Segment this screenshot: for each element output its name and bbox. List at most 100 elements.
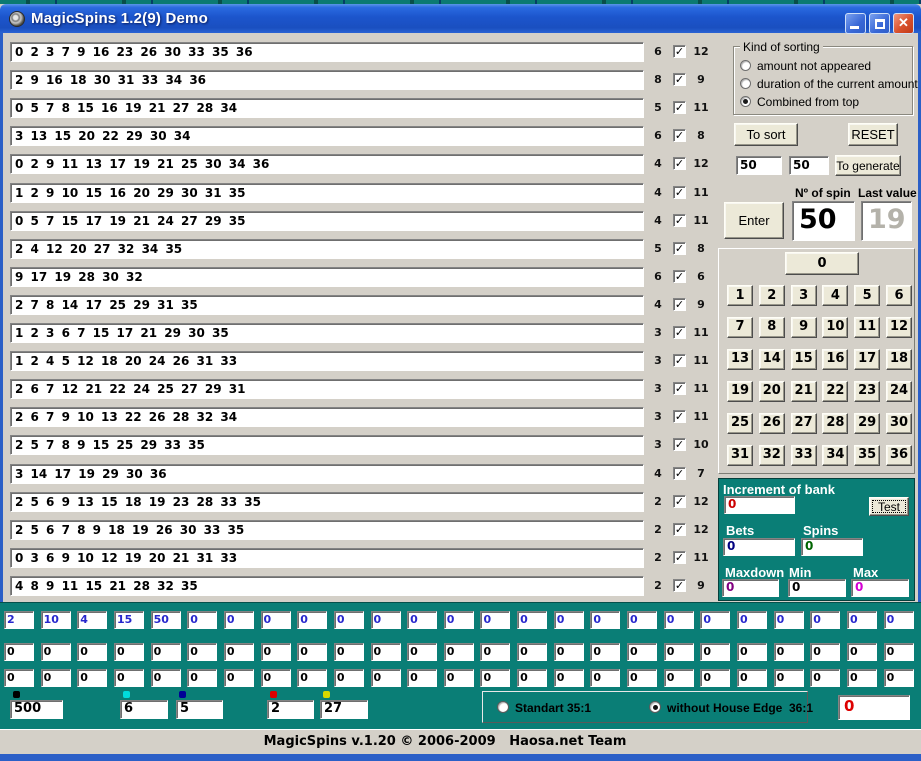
radio-icon[interactable] xyxy=(649,701,661,713)
sequence-field[interactable]: 0 2 3 7 9 16 23 26 30 33 35 36 xyxy=(10,42,644,62)
bet-cell[interactable]: 0 xyxy=(627,669,657,687)
numpad-button-1[interactable]: 1 xyxy=(727,285,753,306)
bet-cell[interactable]: 0 xyxy=(114,643,144,661)
radio-icon[interactable] xyxy=(740,96,751,107)
sequence-field[interactable]: 2 6 7 9 10 13 22 26 28 32 34 xyxy=(10,407,644,427)
row-checkbox[interactable]: ✓ xyxy=(673,270,686,283)
maximize-button[interactable] xyxy=(869,13,890,34)
numpad-button-9[interactable]: 9 xyxy=(791,317,817,338)
bet-cell[interactable]: 0 xyxy=(737,669,767,687)
row-checkbox[interactable]: ✓ xyxy=(673,551,686,564)
bet-cell[interactable]: 0 xyxy=(810,643,840,661)
bet-cell[interactable]: 0 xyxy=(224,669,254,687)
bet-cell[interactable]: 0 xyxy=(590,643,620,661)
sequence-field[interactable]: 3 14 17 19 29 30 36 xyxy=(10,464,644,484)
bet-cell[interactable]: 0 xyxy=(4,643,34,661)
bet-cell[interactable]: 0 xyxy=(261,669,291,687)
bet-cell[interactable]: 50 xyxy=(151,611,181,629)
bet-cell[interactable]: 4 xyxy=(77,611,107,629)
row-checkbox[interactable]: ✓ xyxy=(673,579,686,592)
reset-button[interactable]: RESET xyxy=(848,123,898,146)
maxdown-field[interactable]: 0 xyxy=(722,579,779,597)
numpad-button-34[interactable]: 34 xyxy=(822,445,848,466)
row-checkbox[interactable]: ✓ xyxy=(673,467,686,480)
bet-cell[interactable]: 0 xyxy=(664,643,694,661)
bet-cell[interactable]: 0 xyxy=(554,643,584,661)
bet-cell[interactable]: 0 xyxy=(297,611,327,629)
bet-cell[interactable]: 0 xyxy=(774,669,804,687)
sequence-field[interactable]: 2 6 7 12 21 22 24 25 27 29 31 xyxy=(10,379,644,399)
numpad-button-25[interactable]: 25 xyxy=(727,413,753,434)
bet-cell[interactable]: 0 xyxy=(371,611,401,629)
row-checkbox[interactable]: ✓ xyxy=(673,129,686,142)
sequence-field[interactable]: 2 4 12 20 27 32 34 35 xyxy=(10,239,644,259)
bet-cell[interactable]: 0 xyxy=(407,669,437,687)
bet-cell[interactable]: 0 xyxy=(114,669,144,687)
sequence-field[interactable]: 0 3 6 9 10 12 19 20 21 31 33 xyxy=(10,548,644,568)
bet-cell[interactable]: 0 xyxy=(627,611,657,629)
row-checkbox[interactable]: ✓ xyxy=(673,326,686,339)
numpad-button-7[interactable]: 7 xyxy=(727,317,753,338)
bet-cell[interactable]: 0 xyxy=(187,611,217,629)
row-checkbox[interactable]: ✓ xyxy=(673,101,686,114)
row-checkbox[interactable]: ✓ xyxy=(673,438,686,451)
bet-cell[interactable]: 0 xyxy=(407,643,437,661)
chip-field[interactable]: 5 xyxy=(176,700,223,719)
chip-field[interactable]: 6 xyxy=(120,700,168,719)
row-checkbox[interactable]: ✓ xyxy=(673,242,686,255)
numpad-button-19[interactable]: 19 xyxy=(727,381,753,402)
sequence-field[interactable]: 0 5 7 15 17 19 21 24 27 29 35 xyxy=(10,211,644,231)
numpad-button-36[interactable]: 36 xyxy=(886,445,912,466)
row-checkbox[interactable]: ✓ xyxy=(673,45,686,58)
bet-cell[interactable]: 0 xyxy=(700,611,730,629)
numpad-button-20[interactable]: 20 xyxy=(759,381,785,402)
radio-icon[interactable] xyxy=(497,701,509,713)
bet-cell[interactable]: 0 xyxy=(590,669,620,687)
bet-cell[interactable]: 0 xyxy=(884,669,914,687)
numpad-button-10[interactable]: 10 xyxy=(822,317,848,338)
bet-cell[interactable]: 0 xyxy=(700,669,730,687)
bet-cell[interactable]: 0 xyxy=(554,669,584,687)
numpad-button-2[interactable]: 2 xyxy=(759,285,785,306)
bets-field[interactable]: 0 xyxy=(723,538,795,556)
result-field[interactable]: 0 xyxy=(838,695,910,720)
numpad-button-30[interactable]: 30 xyxy=(886,413,912,434)
bet-cell[interactable]: 0 xyxy=(334,669,364,687)
bet-cell[interactable]: 0 xyxy=(151,643,181,661)
close-button[interactable]: ✕ xyxy=(893,13,914,34)
bet-cell[interactable]: 0 xyxy=(847,669,877,687)
bet-cell[interactable]: 0 xyxy=(334,611,364,629)
chip-field[interactable]: 27 xyxy=(320,700,368,719)
row-checkbox[interactable]: ✓ xyxy=(673,354,686,367)
bet-cell[interactable]: 0 xyxy=(41,669,71,687)
row-checkbox[interactable]: ✓ xyxy=(673,382,686,395)
bet-cell[interactable]: 0 xyxy=(444,611,474,629)
bet-cell[interactable]: 0 xyxy=(884,643,914,661)
bet-cell[interactable]: 0 xyxy=(517,611,547,629)
radio-icon[interactable] xyxy=(740,78,751,89)
numpad-button-0[interactable]: 0 xyxy=(785,252,859,275)
sequence-field[interactable]: 0 5 7 8 15 16 19 21 27 28 34 xyxy=(10,98,644,118)
numpad-button-16[interactable]: 16 xyxy=(822,349,848,370)
bet-cell[interactable]: 0 xyxy=(224,643,254,661)
sequence-field[interactable]: 2 5 6 9 13 15 18 19 23 28 33 35 xyxy=(10,492,644,512)
increment-field[interactable]: 0 xyxy=(724,496,795,514)
bet-cell[interactable]: 0 xyxy=(187,669,217,687)
bet-cell[interactable]: 10 xyxy=(41,611,71,629)
min-field[interactable]: 0 xyxy=(788,579,846,597)
bet-cell[interactable]: 0 xyxy=(810,669,840,687)
bet-cell[interactable]: 0 xyxy=(297,643,327,661)
row-checkbox[interactable]: ✓ xyxy=(673,298,686,311)
numpad-button-18[interactable]: 18 xyxy=(886,349,912,370)
bet-cell[interactable]: 0 xyxy=(371,643,401,661)
numpad-button-13[interactable]: 13 xyxy=(727,349,753,370)
bet-cell[interactable]: 0 xyxy=(187,643,217,661)
numpad-button-31[interactable]: 31 xyxy=(727,445,753,466)
numpad-button-26[interactable]: 26 xyxy=(759,413,785,434)
row-checkbox[interactable]: ✓ xyxy=(673,73,686,86)
generate-count-input[interactable]: 50 xyxy=(736,156,782,175)
bet-cell[interactable]: 0 xyxy=(627,643,657,661)
minimize-button[interactable] xyxy=(845,13,866,34)
bet-cell[interactable]: 0 xyxy=(810,611,840,629)
bet-cell[interactable]: 0 xyxy=(700,643,730,661)
